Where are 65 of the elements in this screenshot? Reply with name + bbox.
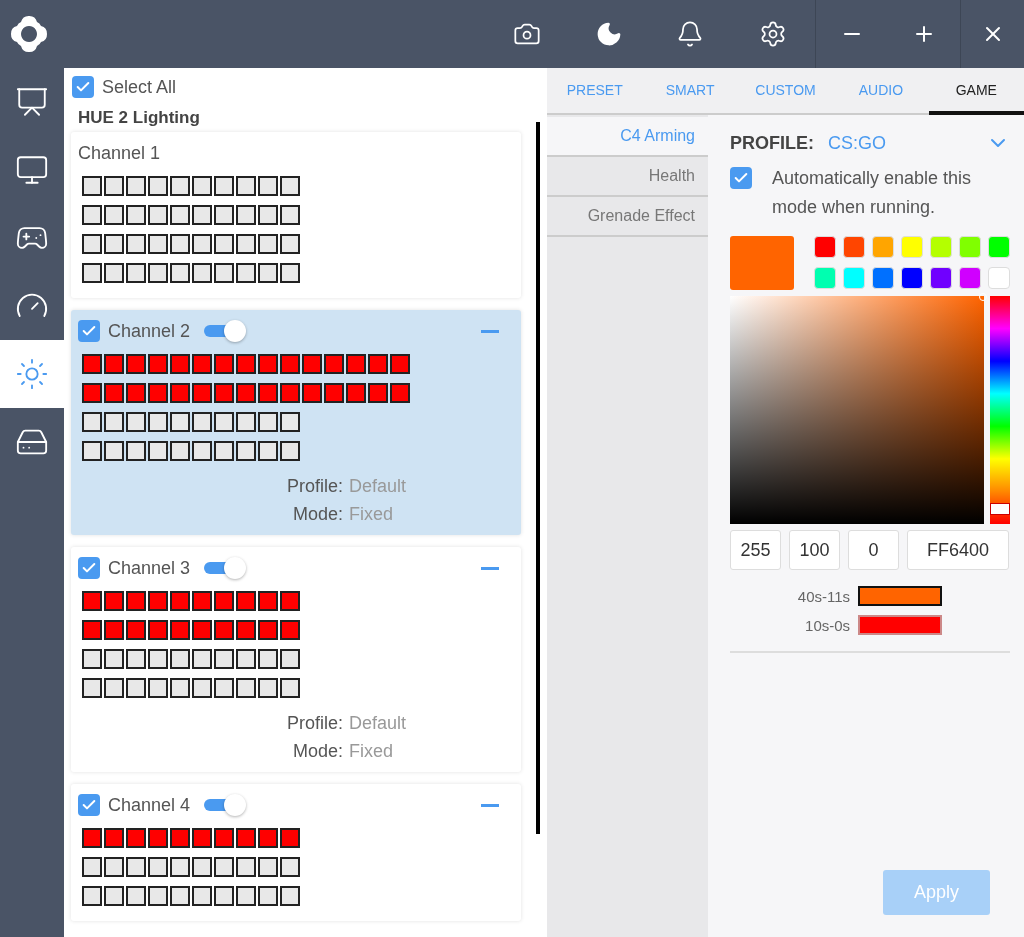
- color-swatch[interactable]: [814, 266, 836, 289]
- channel-checkbox[interactable]: [78, 794, 100, 816]
- channel-toggle[interactable]: [204, 794, 245, 816]
- moon-icon[interactable]: [595, 20, 623, 48]
- profile-label: Profile:: [286, 713, 343, 734]
- mode-value: Fixed: [348, 741, 394, 762]
- profile-value: Default: [348, 713, 406, 734]
- color-swatch[interactable]: [988, 236, 1010, 258]
- color-value-field[interactable]: 0: [848, 530, 899, 570]
- channel-name: Channel 1: [78, 142, 161, 164]
- color-swatch[interactable]: [814, 236, 836, 258]
- logo-icon: [9, 14, 49, 54]
- hue-slider[interactable]: [990, 296, 1010, 524]
- select-all-checkbox[interactable]: [72, 76, 94, 98]
- collapse-icon[interactable]: [481, 566, 499, 570]
- scrollbar[interactable]: [536, 122, 540, 834]
- color-swatch[interactable]: [843, 236, 865, 258]
- collapse-icon[interactable]: [481, 329, 499, 333]
- select-all-label: Select All: [102, 76, 177, 98]
- time-range-color-bar[interactable]: [858, 586, 943, 606]
- presentation-board-icon: [15, 85, 49, 119]
- color-value-field[interactable]: FF6400: [907, 530, 1009, 570]
- color-swatch[interactable]: [901, 266, 923, 289]
- channel-name: Channel 3: [108, 557, 191, 579]
- profile-value: Default: [348, 476, 406, 497]
- monitor-icon: [15, 153, 49, 187]
- notification-icon[interactable]: [676, 20, 704, 48]
- channel-name: Channel 4: [108, 794, 191, 816]
- color-value-field[interactable]: 255: [730, 530, 781, 570]
- channel-checkbox[interactable]: [78, 320, 100, 342]
- color-swatch[interactable]: [988, 266, 1010, 289]
- collapse-icon[interactable]: [481, 803, 499, 807]
- color-swatch[interactable]: [872, 266, 894, 289]
- mode-value: Fixed: [348, 504, 394, 525]
- time-range-label: 40s-11s: [797, 587, 851, 605]
- color-swatch[interactable]: [872, 236, 894, 258]
- auto-enable-checkbox[interactable]: [730, 167, 752, 189]
- color-swatch[interactable]: [901, 236, 923, 258]
- color-value-field[interactable]: 100: [789, 530, 840, 570]
- mode-label: Mode:: [291, 504, 343, 525]
- channel-checkbox[interactable]: [78, 557, 100, 579]
- time-range-color-bar[interactable]: [858, 615, 943, 635]
- channel-card[interactable]: Channel 2 Profile: Default Mode: Fixed: [71, 310, 521, 535]
- channel-card[interactable]: Channel 4: [71, 784, 521, 921]
- device-title: HUE 2 Lighting: [78, 108, 201, 128]
- mode-label: Mode:: [291, 741, 343, 762]
- color-picker-area[interactable]: [730, 296, 984, 524]
- time-range-label: 10s-0s: [804, 616, 851, 634]
- settings-icon[interactable]: [759, 20, 787, 48]
- channel-card[interactable]: Channel 3 Profile: Default Mode: Fixed: [71, 547, 521, 772]
- color-swatch[interactable]: [930, 266, 952, 289]
- channel-toggle[interactable]: [204, 320, 245, 342]
- channel-toggle[interactable]: [204, 557, 245, 579]
- auto-enable-label: Automatically enable this mode when running.: [772, 167, 973, 219]
- profile-label: Profile:: [286, 476, 343, 497]
- profile-label: PROFILE:: [730, 132, 814, 154]
- channel-name: Channel 2: [108, 320, 191, 342]
- color-swatch[interactable]: [959, 266, 981, 289]
- color-swatch[interactable]: [959, 236, 981, 258]
- current-color-swatch: [730, 236, 794, 290]
- profile-value: CS:GO: [828, 132, 886, 154]
- sun-icon: [15, 357, 49, 391]
- color-swatch[interactable]: [930, 236, 952, 258]
- color-swatch[interactable]: [843, 266, 865, 289]
- channel-card[interactable]: Channel 1: [71, 132, 521, 298]
